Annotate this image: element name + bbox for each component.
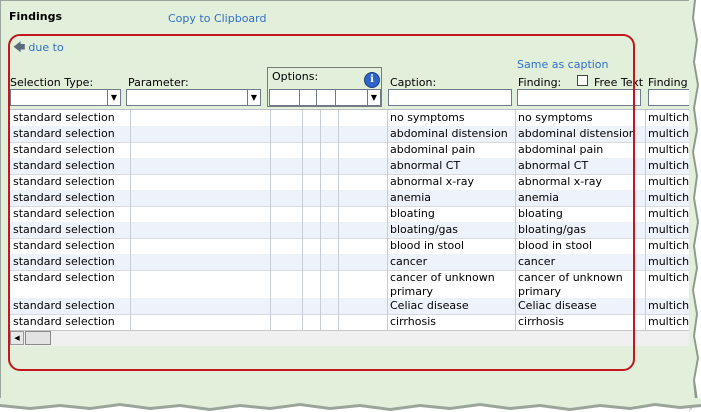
torn-edge-right (689, 0, 699, 412)
cell-type: multiche (648, 315, 693, 328)
copy-to-clipboard-link[interactable]: Copy to Clipboard (168, 12, 266, 25)
panel-title: Findings (9, 10, 63, 23)
cell-type: multiche (648, 191, 693, 204)
highlight-outline (8, 34, 635, 371)
findings-panel: Findings Copy to Clipboard 🡄 due to Same … (0, 0, 693, 400)
cell-type: multiche (648, 271, 693, 284)
cell-type: multiche (648, 143, 693, 156)
cell-type: multiche (648, 159, 693, 172)
finding-type-filter[interactable] (648, 89, 692, 106)
cell-type: multiche (648, 223, 693, 236)
cell-type: multiche (648, 239, 693, 252)
cell-type: multiche (648, 111, 693, 124)
cell-type: multiche (648, 175, 693, 188)
cell-type: multiche (648, 207, 693, 220)
finding-type-label: Finding (648, 76, 688, 89)
torn-edge-bottom (0, 398, 701, 411)
cell-type: multiche (648, 255, 693, 268)
cell-type: multiche (648, 299, 693, 312)
cell-type: multiche (648, 127, 693, 140)
